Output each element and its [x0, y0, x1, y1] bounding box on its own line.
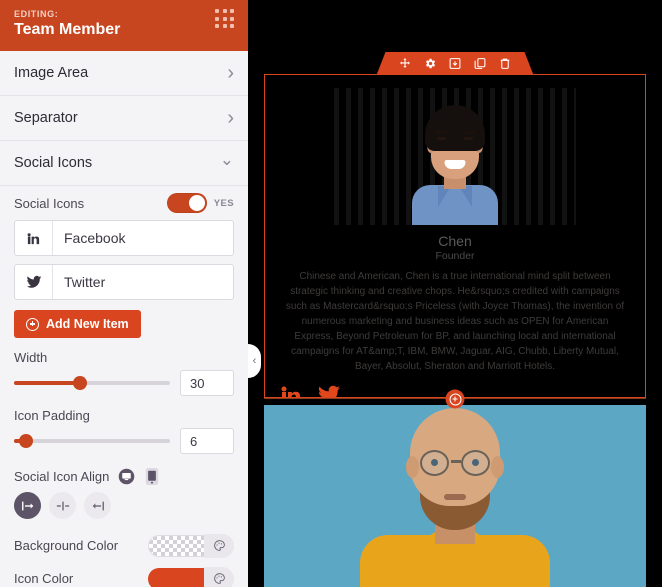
list-item-label: Facebook [64, 230, 126, 246]
social-icon-align-header: Social Icon Align [14, 467, 234, 485]
icon-color-swatch[interactable] [148, 567, 204, 587]
grid-dots-icon[interactable] [215, 9, 235, 29]
linkedin-icon [15, 221, 53, 255]
align-right-icon[interactable] [84, 492, 111, 519]
chevron-left-icon[interactable]: ‹ [248, 344, 261, 378]
align-center-icon[interactable] [49, 492, 76, 519]
background-color-label: Background Color [14, 538, 119, 553]
preview-pane: ‹ Chen Founder Chinese and American, Che… [248, 0, 662, 587]
social-icons-toggle-row: Social Icons YES [14, 186, 234, 220]
save-icon[interactable] [449, 57, 462, 70]
twitter-icon [15, 265, 53, 299]
member-bio: Chinese and American, Chen is a true int… [285, 271, 625, 372]
accordion-social-icons[interactable]: Social Icons [0, 141, 248, 186]
toggle-knob [188, 195, 205, 211]
move-icon[interactable] [399, 57, 412, 70]
icon-padding-label: Icon Padding [14, 408, 90, 423]
list-item[interactable]: Twitter [14, 264, 234, 300]
desktop-icon[interactable] [117, 467, 135, 485]
accordion-label: Social Icons [14, 155, 93, 171]
list-item[interactable]: Facebook [14, 220, 234, 256]
width-slider[interactable] [14, 376, 170, 390]
add-new-item-button[interactable]: Add New Item [14, 310, 141, 338]
sidebar-header: EDITING: Team Member [0, 0, 248, 51]
chevron-right-icon [227, 63, 234, 83]
page-title: Team Member [14, 21, 121, 38]
plus-circle-icon [26, 317, 39, 331]
list-item-label: Twitter [64, 274, 106, 290]
portrait-photo-chen [334, 88, 576, 225]
width-slider-knob[interactable] [72, 376, 87, 390]
linkedin-icon[interactable] [279, 383, 303, 397]
align-left-icon[interactable] [14, 492, 41, 519]
editing-label: EDITING: [14, 9, 59, 19]
social-icons-toggle-label: Social Icons [14, 195, 85, 211]
social-icon-align-label: Social Icon Align [14, 468, 110, 484]
align-options [14, 492, 234, 519]
icon-padding-slider-knob[interactable] [19, 434, 34, 448]
accordion-label: Separator [14, 110, 78, 126]
accordion-separator[interactable]: Separator [0, 96, 248, 141]
member-name: Chen [438, 233, 472, 249]
toggle-value: YES [213, 197, 234, 209]
chevron-right-icon [227, 108, 234, 128]
palette-icon[interactable] [204, 533, 234, 558]
portrait-photo-bearded-man[interactable] [264, 405, 646, 587]
width-label: Width [14, 350, 48, 365]
gear-icon[interactable] [424, 57, 437, 70]
icon-padding-slider[interactable] [14, 434, 170, 448]
palette-icon[interactable] [204, 566, 234, 587]
settings-sidebar: EDITING: Team Member Image Area Separato… [0, 0, 248, 587]
module-toolbar [377, 52, 534, 75]
social-icons-toggle[interactable] [166, 193, 207, 213]
icon-color-row: Icon Color [14, 562, 234, 587]
accordion-image-area[interactable]: Image Area [0, 51, 248, 96]
background-color-swatch[interactable] [148, 534, 204, 557]
team-member-card[interactable]: Chen Founder Chinese and American, Chen … [264, 74, 646, 398]
background-color-row: Background Color [14, 529, 234, 562]
icon-color-label: Icon Color [14, 571, 74, 586]
accordion-label: Image Area [14, 65, 89, 81]
member-role: Founder [435, 250, 475, 262]
icon-padding-row: 6 [14, 428, 234, 454]
width-input[interactable]: 30 [180, 370, 234, 396]
chevron-down-icon [220, 155, 234, 172]
width-slider-fill [14, 381, 80, 385]
twitter-icon[interactable] [317, 383, 341, 397]
width-row: 30 [14, 370, 234, 396]
plus-circle-icon[interactable] [445, 389, 465, 409]
duplicate-icon[interactable] [474, 57, 487, 70]
add-new-item-label: Add New Item [46, 317, 129, 331]
icon-padding-input[interactable]: 6 [180, 428, 234, 454]
mobile-icon[interactable] [143, 467, 161, 485]
trash-icon[interactable] [499, 57, 512, 70]
editor-app: EDITING: Team Member Image Area Separato… [0, 0, 662, 587]
social-icons-panel: Social Icons YES Facebook Twitter Add Ne… [0, 186, 248, 587]
